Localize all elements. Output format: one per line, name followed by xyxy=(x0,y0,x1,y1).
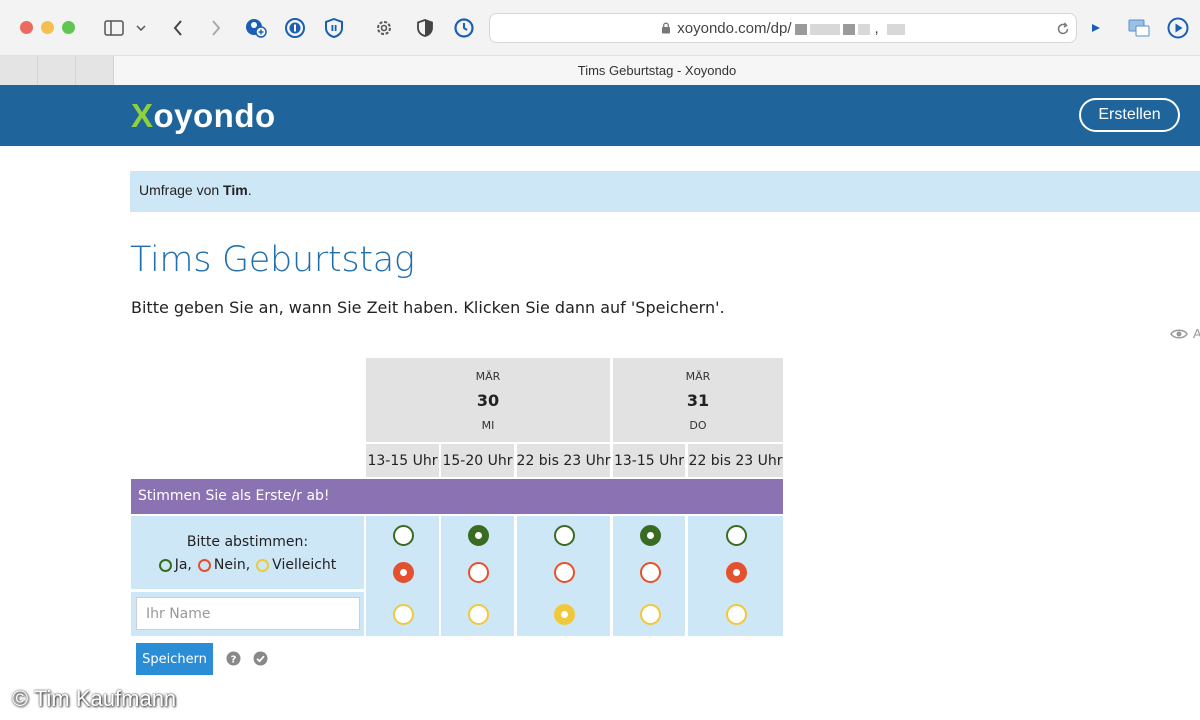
create-button[interactable]: Erstellen xyxy=(1079,98,1180,132)
redacted-block xyxy=(809,23,840,35)
name-cell xyxy=(131,592,364,636)
tab-title: Tims Geburtstag - Xoyondo xyxy=(577,63,737,78)
maybe-radio[interactable] xyxy=(468,604,489,625)
yes-radio[interactable] xyxy=(554,525,575,546)
redacted-block xyxy=(857,23,870,35)
shield-extension-icon[interactable] xyxy=(322,14,346,42)
extension-cloud-icon[interactable] xyxy=(244,14,268,42)
maybe-radio[interactable] xyxy=(554,604,575,625)
picture-in-picture-icon[interactable] xyxy=(1126,14,1152,42)
time-slot-header: 22 bis 23 Uhr xyxy=(517,444,610,477)
pinned-tab[interactable] xyxy=(76,56,114,85)
play-small-icon[interactable] xyxy=(1087,14,1105,42)
no-legend-icon xyxy=(197,558,211,572)
sidebar-toggle-icon[interactable] xyxy=(102,14,126,42)
close-window-button[interactable] xyxy=(20,21,33,34)
no-radio[interactable] xyxy=(726,562,747,583)
maybe-radio[interactable] xyxy=(393,604,414,625)
save-button[interactable]: Speichern xyxy=(136,643,213,675)
url-text: xoyondo.com/dp/, xyxy=(490,20,1076,37)
time-slot-header: 13-15 Uhr xyxy=(366,444,439,477)
zoom-window-button[interactable] xyxy=(62,21,75,34)
date-header: MÄR 30 MI xyxy=(366,358,610,442)
eye-label: A xyxy=(1193,326,1200,341)
no-radio[interactable] xyxy=(554,562,575,583)
address-bar[interactable]: xoyondo.com/dp/, xyxy=(489,13,1077,43)
redacted-block xyxy=(886,23,905,35)
tab-bar: Tims Geburtstag - Xoyondo xyxy=(0,56,1200,85)
svg-text:?: ? xyxy=(231,654,237,665)
chevron-down-icon[interactable] xyxy=(134,14,148,42)
privacy-shield-icon[interactable] xyxy=(413,14,437,42)
yes-radio[interactable] xyxy=(393,525,414,546)
maybe-legend-icon xyxy=(256,558,270,572)
browser-toolbar: xoyondo.com/dp/, xyxy=(0,0,1200,56)
no-radio[interactable] xyxy=(393,562,414,583)
poll-owner-banner: Umfrage von Tim. xyxy=(130,171,1200,212)
vote-legend: Ja, Nein, Vielleicht xyxy=(131,557,364,573)
time-slot-header: 15-20 Uhr xyxy=(441,444,514,477)
pinned-tab[interactable] xyxy=(38,56,76,85)
no-radio[interactable] xyxy=(468,562,489,583)
minimize-window-button[interactable] xyxy=(41,21,54,34)
lock-icon xyxy=(662,22,671,34)
owner-name: Tim xyxy=(223,182,248,198)
help-icon[interactable]: ? xyxy=(226,651,241,670)
vote-instructions-cell: Bitte abstimmen: Ja, Nein, Vielleicht xyxy=(131,516,364,589)
back-arrow-icon[interactable] xyxy=(166,14,190,42)
yes-radio[interactable] xyxy=(468,525,489,546)
time-slot-header: 22 bis 23 Uhr xyxy=(688,444,783,477)
reload-icon[interactable] xyxy=(1056,21,1070,40)
check-circle-icon[interactable] xyxy=(253,651,268,670)
pinned-tab[interactable] xyxy=(0,56,38,85)
yes-legend-icon xyxy=(158,558,172,572)
password-manager-icon[interactable] xyxy=(283,14,307,42)
first-vote-banner: Stimmen Sie als Erste/r ab! xyxy=(131,479,783,514)
forward-arrow-icon[interactable] xyxy=(204,14,228,42)
gear-icon[interactable] xyxy=(372,14,396,42)
instructions-text: Bitte geben Sie an, wann Sie Zeit haben.… xyxy=(131,298,725,317)
page-title: Tims Geburtstag xyxy=(130,240,415,280)
play-circle-icon[interactable] xyxy=(1165,14,1191,42)
maybe-radio[interactable] xyxy=(726,604,747,625)
redacted-block xyxy=(842,23,855,35)
yes-radio[interactable] xyxy=(726,525,747,546)
maybe-radio[interactable] xyxy=(640,604,661,625)
yes-radio[interactable] xyxy=(640,525,661,546)
redacted-block xyxy=(794,23,807,35)
tab-active[interactable]: Tims Geburtstag - Xoyondo xyxy=(114,56,1200,85)
no-radio[interactable] xyxy=(640,562,661,583)
clock-extension-icon[interactable] xyxy=(452,14,476,42)
date-header: MÄR 31 DO xyxy=(613,358,783,442)
xoyondo-logo[interactable]: Xoyondo xyxy=(131,97,276,135)
vote-label: Bitte abstimmen: xyxy=(186,534,309,550)
name-input[interactable] xyxy=(136,597,360,630)
eye-icon[interactable] xyxy=(1170,325,1188,344)
copyright-watermark: © Tim Kaufmann xyxy=(12,686,177,711)
time-slot-header: 13-15 Uhr xyxy=(613,444,685,477)
site-header: Xoyondo Erstellen xyxy=(0,85,1200,146)
